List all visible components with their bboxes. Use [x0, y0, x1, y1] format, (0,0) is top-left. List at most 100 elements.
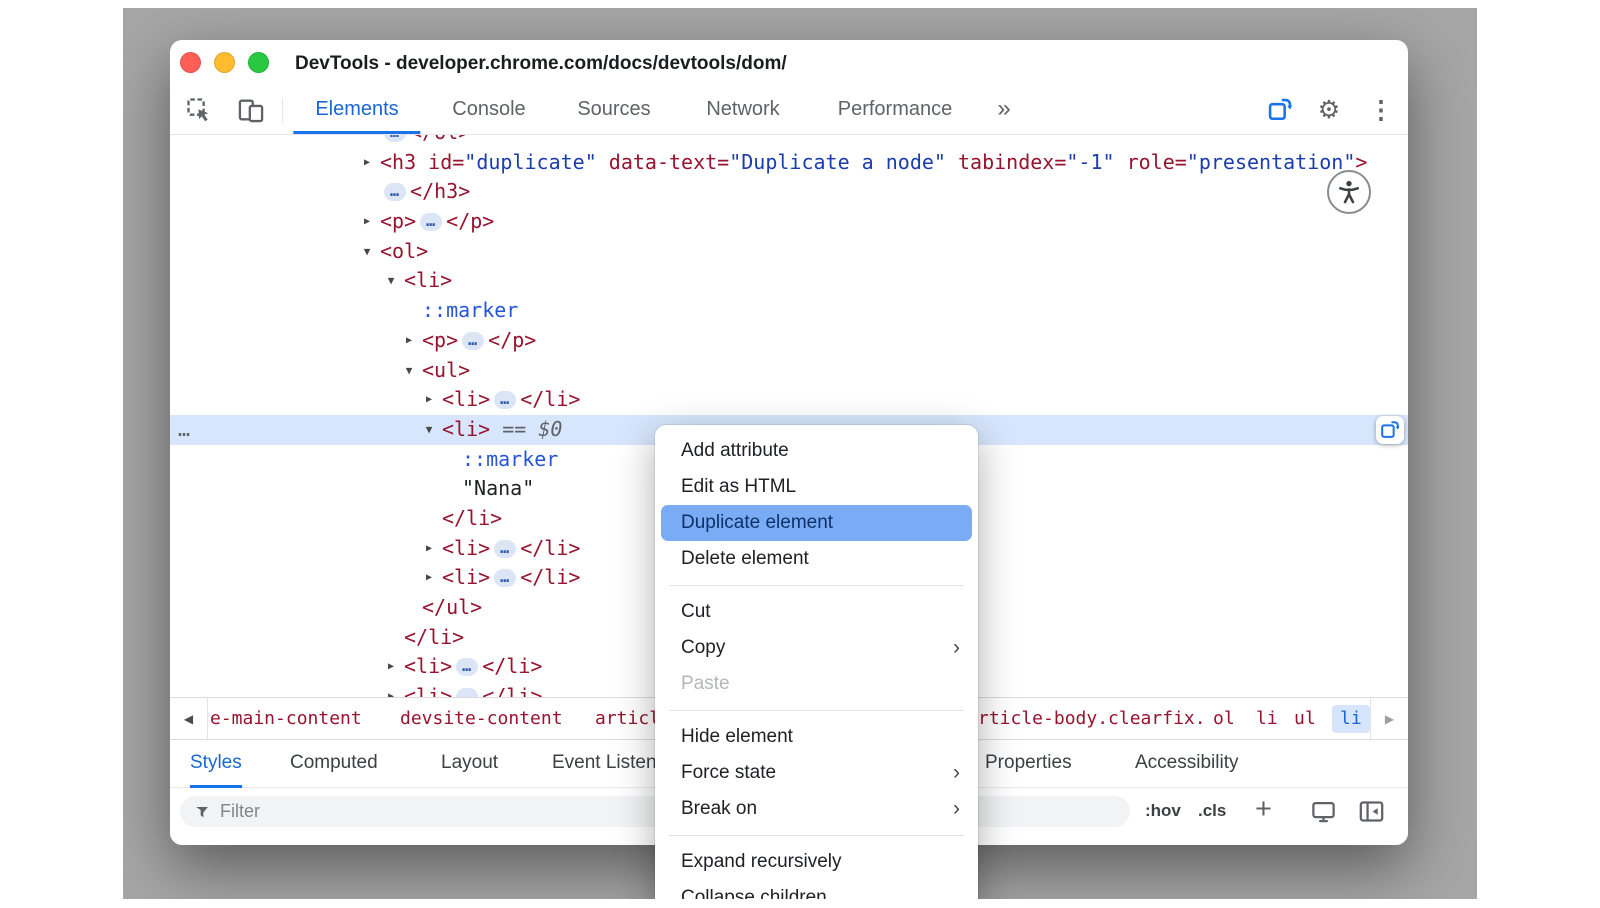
- menu-item-expand-recursively[interactable]: Expand recursively: [655, 844, 978, 880]
- dom-node-row[interactable]: ::marker: [170, 296, 1408, 326]
- more-tabs-icon[interactable]: »: [997, 86, 1008, 132]
- menu-divider: [669, 710, 964, 711]
- kebab-menu-icon[interactable]: ⋮: [1366, 86, 1396, 134]
- breadcrumb-item-ol[interactable]: ol: [1213, 698, 1235, 739]
- breadcrumb-item-rticle-body-clearfix[interactable]: rticle-body.clearfix.: [978, 698, 1206, 739]
- menu-item-copy[interactable]: Copy›: [655, 630, 978, 666]
- menu-item-cut[interactable]: Cut: [655, 594, 978, 630]
- tab-console[interactable]: Console: [430, 86, 547, 134]
- settings-gear-icon[interactable]: ⚙: [1314, 86, 1344, 134]
- panel-tab-layout[interactable]: Layout: [441, 740, 498, 788]
- expand-arrow-icon[interactable]: ▶: [420, 534, 438, 564]
- pseudo-token: ::marker: [422, 298, 518, 322]
- tab-elements[interactable]: Elements: [293, 86, 420, 134]
- dom-node-row[interactable]: …</ol>: [170, 135, 1408, 148]
- breadcrumb-scroll-right-button[interactable]: ▶: [1370, 698, 1408, 739]
- dom-node-row[interactable]: ▼<li>: [170, 266, 1408, 296]
- tag-token: <li>: [442, 565, 490, 589]
- new-style-rule-button[interactable]: +: [1255, 788, 1272, 831]
- menu-item-break-on[interactable]: Break on›: [655, 791, 978, 827]
- inline-expand-button[interactable]: …: [462, 332, 484, 350]
- menu-item-hide-element[interactable]: Hide element: [655, 719, 978, 755]
- menu-item-collapse-children[interactable]: Collapse children: [655, 880, 978, 899]
- menu-item-force-state[interactable]: Force state ›: [655, 755, 978, 791]
- inline-expand-button[interactable]: …: [384, 183, 406, 201]
- eq-token: ==: [502, 417, 526, 441]
- tag-token: </li>: [520, 565, 580, 589]
- screenshot-stage: DevTools - developer.chrome.com/docs/dev…: [0, 0, 1600, 908]
- dom-node-row[interactable]: ▶<li>…</li>: [170, 385, 1408, 415]
- expand-arrow-icon[interactable]: ▶: [358, 207, 376, 237]
- collapse-arrow-icon[interactable]: ▼: [400, 356, 418, 386]
- rendering-emulations-icon[interactable]: [1310, 798, 1337, 825]
- menu-item-delete-element[interactable]: Delete element: [655, 541, 978, 577]
- collapse-arrow-icon[interactable]: ▼: [420, 415, 438, 445]
- inline-expand-button[interactable]: …: [384, 135, 406, 142]
- expand-arrow-icon[interactable]: ▶: [420, 563, 438, 593]
- expand-arrow-icon[interactable]: ▶: [400, 326, 418, 356]
- chevron-right-icon: ▶: [1385, 712, 1394, 726]
- zoom-button[interactable]: [248, 52, 269, 73]
- toggle-pseudo-state-button[interactable]: :hov: [1145, 788, 1181, 834]
- collapse-arrow-icon[interactable]: ▼: [382, 266, 400, 296]
- dom-node-row[interactable]: ▼<ol>: [170, 237, 1408, 267]
- inline-expand-button[interactable]: …: [456, 658, 478, 676]
- menu-item-label: Cut: [681, 601, 711, 622]
- expand-arrow-icon[interactable]: ▶: [358, 148, 376, 178]
- expand-arrow-icon[interactable]: ▶: [382, 682, 400, 697]
- panel-tab-properties[interactable]: Properties: [985, 740, 1072, 788]
- capture-element-icon[interactable]: [1266, 96, 1294, 124]
- toggle-sidebar-icon[interactable]: [1358, 798, 1385, 825]
- inline-expand-button[interactable]: …: [456, 688, 478, 697]
- breadcrumb-item-ul[interactable]: ul: [1294, 698, 1316, 739]
- menu-item-add-attribute[interactable]: Add attribute: [655, 433, 978, 469]
- tag-token: </li>: [520, 387, 580, 411]
- tab-sources[interactable]: Sources: [555, 86, 672, 134]
- inline-expand-button[interactable]: …: [420, 213, 442, 231]
- menu-divider: [669, 585, 964, 586]
- inline-expand-button[interactable]: …: [494, 569, 516, 587]
- breadcrumb-item-devsite-content[interactable]: devsite-content: [400, 698, 563, 739]
- menu-item-duplicate-element[interactable]: Duplicate element: [661, 505, 972, 541]
- filter-funnel-icon: [193, 803, 211, 821]
- dom-node-row[interactable]: …</h3>: [170, 177, 1408, 207]
- close-button[interactable]: [180, 52, 201, 73]
- device-toolbar-icon[interactable]: [237, 96, 265, 124]
- tag-token: </ul>: [422, 595, 482, 619]
- inline-expand-button[interactable]: …: [494, 540, 516, 558]
- menu-item-edit-as-html[interactable]: Edit as HTML: [655, 469, 978, 505]
- menu-item-label: Duplicate element: [681, 512, 833, 533]
- collapse-arrow-icon[interactable]: ▼: [358, 237, 376, 267]
- minimize-button[interactable]: [214, 52, 235, 73]
- tag-token: </p>: [446, 209, 494, 233]
- inline-expand-button[interactable]: …: [494, 391, 516, 409]
- dom-node-row[interactable]: ▶<p>…</p>: [170, 207, 1408, 237]
- expand-arrow-icon[interactable]: ▶: [382, 652, 400, 682]
- row-overflow-dots-icon[interactable]: …: [178, 415, 190, 443]
- breadcrumb-item-e-main-content[interactable]: e-main-content: [210, 698, 362, 739]
- toggle-class-button[interactable]: .cls: [1198, 788, 1226, 834]
- tab-performance[interactable]: Performance: [816, 86, 975, 134]
- menu-item-label: Force state: [681, 762, 776, 783]
- dom-node-row[interactable]: ▶<h3 id="duplicate" data-text="Duplicate…: [170, 148, 1408, 178]
- menu-item-label: Expand recursively: [681, 851, 842, 872]
- dom-node-row[interactable]: ▶<p>…</p>: [170, 326, 1408, 356]
- submenu-chevron-icon: ›: [953, 630, 960, 666]
- submenu-chevron-icon: ›: [953, 755, 960, 791]
- breadcrumb-scroll-left-button[interactable]: ◀: [170, 698, 208, 739]
- tab-network[interactable]: Network: [684, 86, 801, 134]
- val-token: "Duplicate a node": [729, 150, 946, 174]
- capture-element-badge[interactable]: [1376, 416, 1404, 444]
- breadcrumb-item-li-selected[interactable]: li: [1332, 705, 1370, 733]
- panel-tab-computed[interactable]: Computed: [290, 740, 378, 788]
- inspect-cursor-icon[interactable]: [185, 96, 213, 124]
- accessibility-person-icon[interactable]: [1327, 170, 1371, 214]
- submenu-chevron-icon: ›: [953, 791, 960, 827]
- breadcrumb-item-li[interactable]: li: [1256, 698, 1278, 739]
- dom-node-row[interactable]: ▼<ul>: [170, 356, 1408, 386]
- panel-tab-styles[interactable]: Styles: [190, 740, 242, 788]
- tag-token: </li>: [482, 684, 542, 697]
- expand-arrow-icon[interactable]: ▶: [420, 385, 438, 415]
- attr-token: tabindex=: [946, 150, 1066, 174]
- panel-tab-accessibility[interactable]: Accessibility: [1135, 740, 1238, 788]
